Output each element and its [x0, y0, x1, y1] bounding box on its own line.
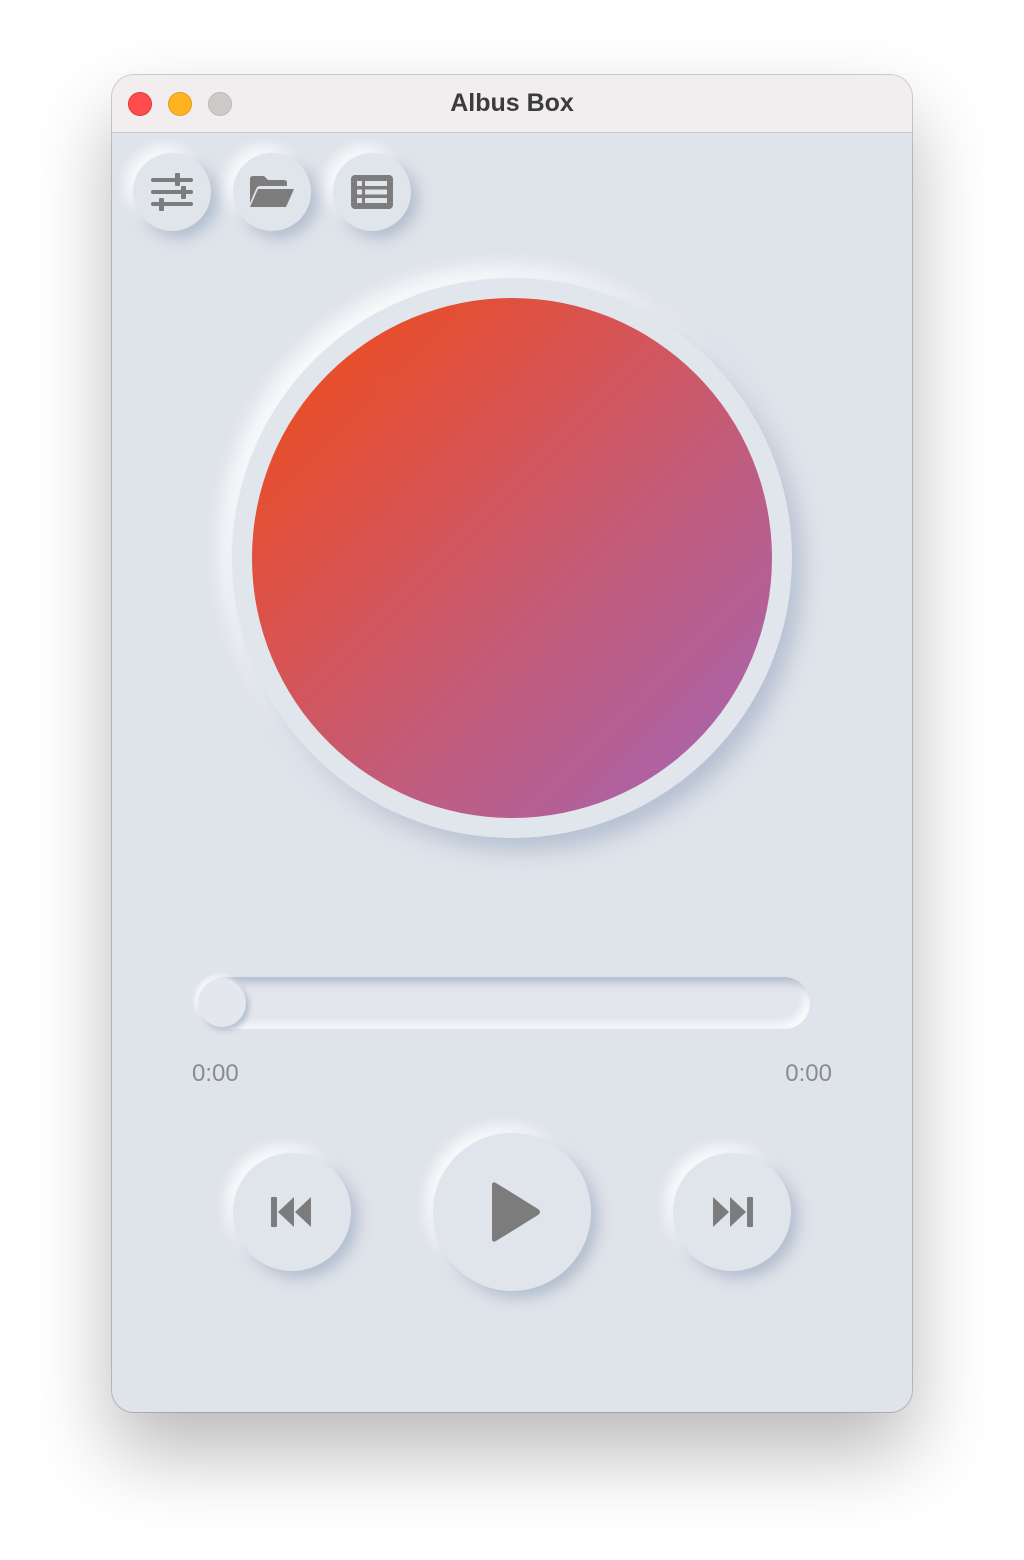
previous-button[interactable] — [233, 1153, 351, 1271]
equalizer-button[interactable] — [133, 153, 211, 231]
folder-open-icon — [248, 175, 296, 209]
elapsed-time: 0:00 — [192, 1060, 239, 1087]
skip-back-icon — [271, 1196, 313, 1228]
title-bar[interactable]: Albus Box — [112, 75, 912, 133]
album-art-frame — [232, 278, 792, 838]
next-button[interactable] — [673, 1153, 791, 1271]
skip-forward-icon — [711, 1196, 753, 1228]
progress-thumb[interactable] — [198, 979, 246, 1027]
playlist-button[interactable] — [333, 153, 411, 231]
album-art — [252, 298, 772, 818]
play-button[interactable] — [433, 1133, 591, 1291]
total-duration: 0:00 — [785, 1060, 832, 1087]
progress-slider[interactable] — [198, 977, 810, 1029]
play-icon — [488, 1181, 542, 1243]
sliders-icon — [151, 173, 193, 211]
app-window: Albus Box 0:00 0:00 — [112, 75, 912, 1412]
open-folder-button[interactable] — [233, 153, 311, 231]
window-title: Albus Box — [450, 89, 574, 117]
list-icon — [351, 175, 393, 209]
